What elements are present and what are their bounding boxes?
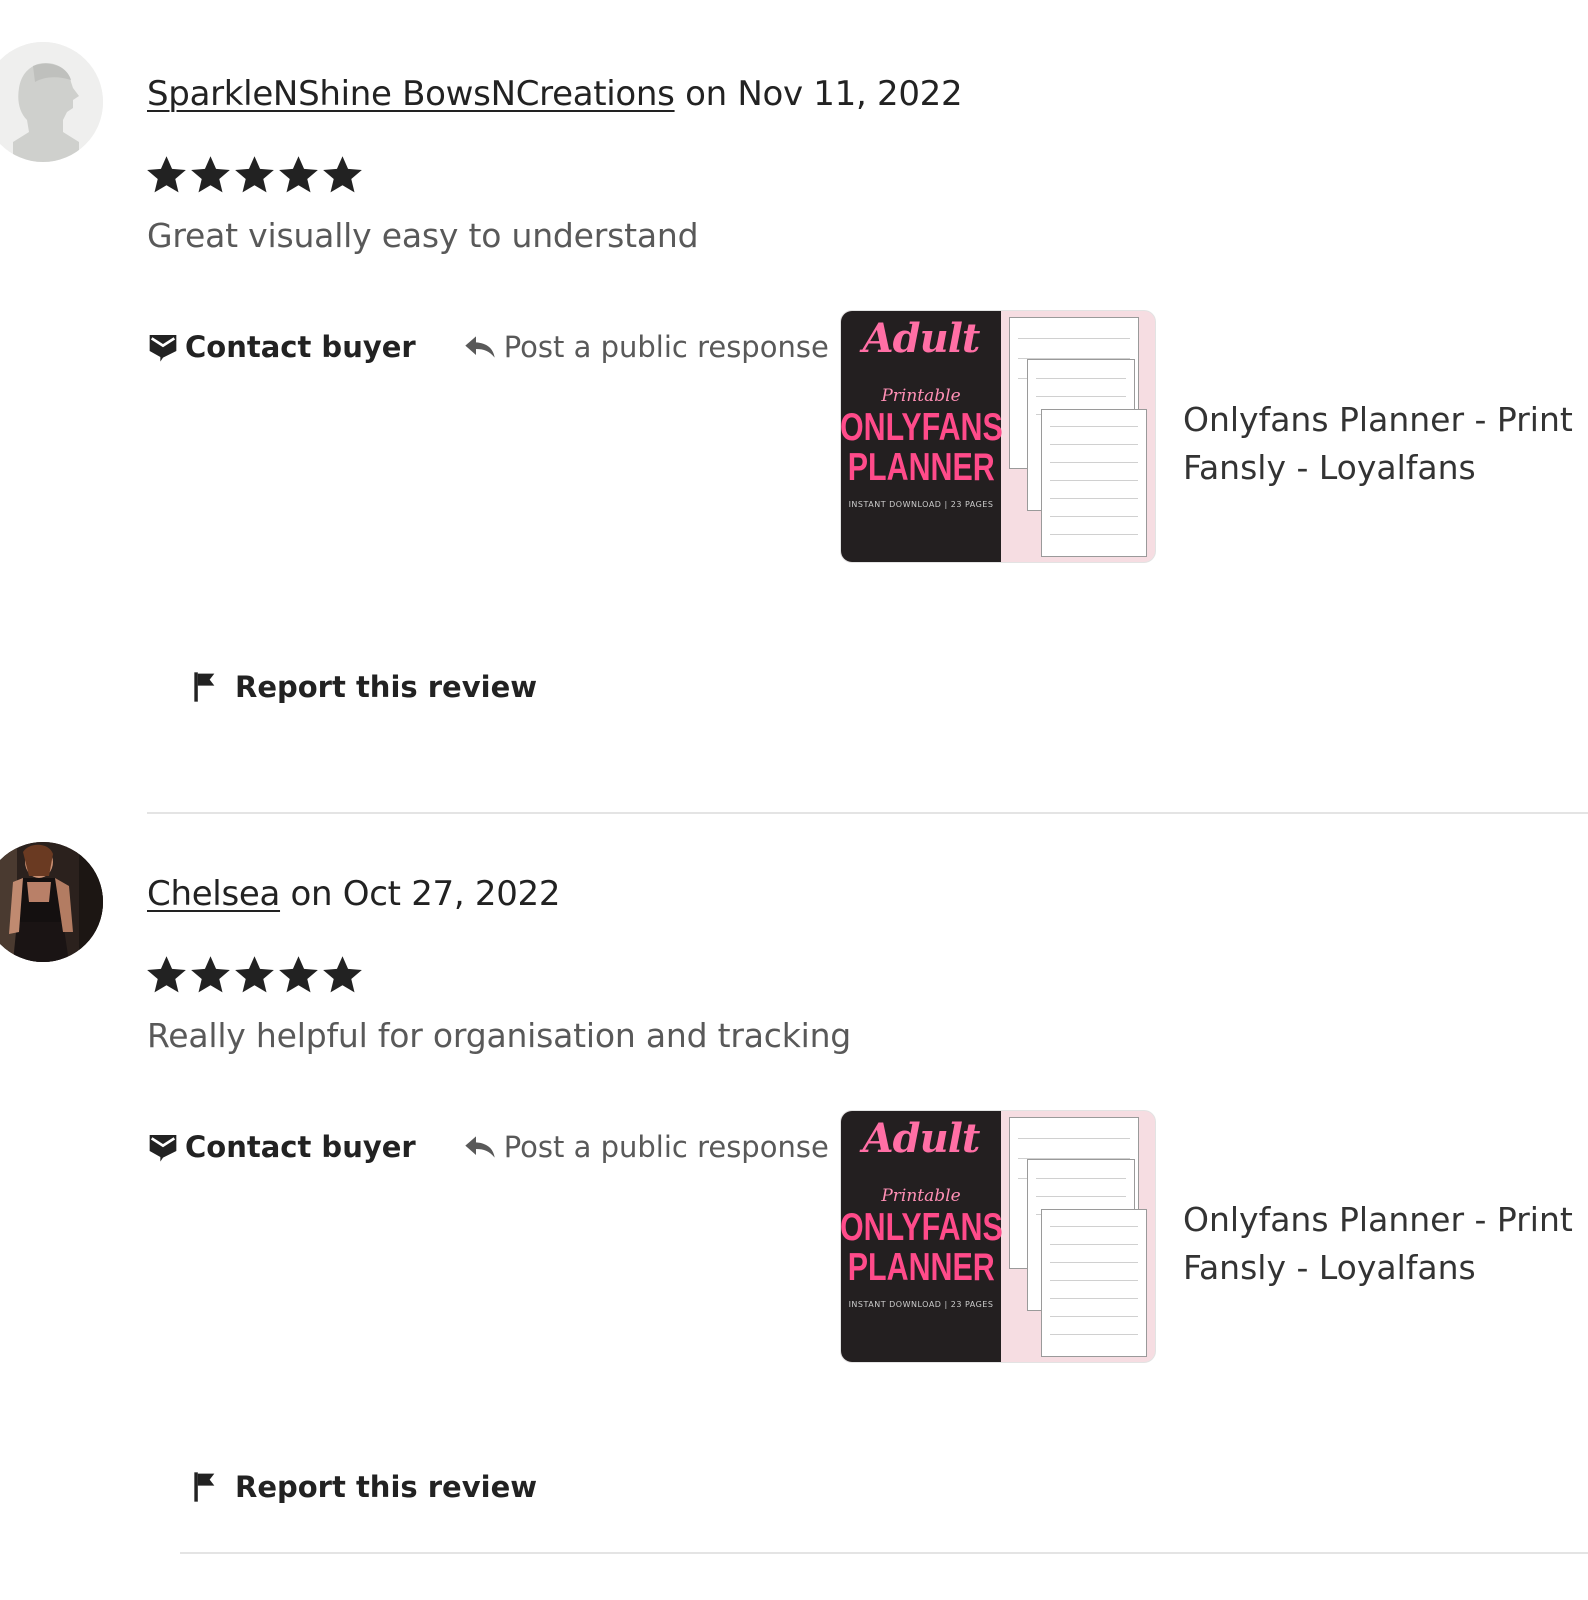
default-avatar-icon <box>0 42 103 162</box>
thumbnail-small-text: INSTANT DOWNLOAD | 23 PAGES <box>848 500 994 509</box>
thumbnail-script: Printable <box>881 386 961 406</box>
listing-title-line: Onlyfans Planner - Print <box>1183 400 1573 439</box>
thumbnail-brand: Adult <box>862 1115 981 1162</box>
thumbnail-brand: Adult <box>862 315 981 362</box>
reviewer-name-link[interactable]: Chelsea <box>147 874 280 914</box>
thumbnail-script: Printable <box>881 1186 961 1206</box>
star-icon <box>235 956 274 993</box>
thumbnail-line2: PLANNER <box>847 446 995 489</box>
post-public-response-button[interactable]: Post a public response <box>464 1130 829 1164</box>
thumbnail-small-text: INSTANT DOWNLOAD | 23 PAGES <box>848 1300 994 1309</box>
reply-arrow-icon <box>465 336 495 358</box>
star-icon <box>147 156 186 193</box>
thumbnail-cover: Adult Printable ONLYFANS PLANNER INSTANT… <box>840 311 1003 562</box>
flag-icon <box>194 1472 215 1502</box>
report-review-label: Report this review <box>235 670 538 704</box>
reviewer-name-link[interactable]: SparkleNShine BowsNCreations <box>147 74 675 114</box>
contact-buyer-button[interactable]: Contact buyer <box>147 1130 416 1164</box>
contact-buyer-label: Contact buyer <box>185 330 416 364</box>
reviewer-avatar[interactable] <box>0 842 103 962</box>
report-review-label: Report this review <box>235 1470 538 1504</box>
listing-thumbnail[interactable]: Adult Printable ONLYFANS PLANNER INSTANT… <box>840 310 1156 563</box>
star-icon <box>191 956 230 993</box>
review-text: Great visually easy to understand <box>147 216 699 255</box>
thumbnail-pages <box>1001 311 1155 562</box>
star-icon <box>191 156 230 193</box>
review-date: on Oct 27, 2022 <box>280 874 561 914</box>
star-icon <box>279 956 318 993</box>
page-preview <box>1041 1209 1147 1357</box>
flag-icon <box>194 672 215 702</box>
user-photo-avatar <box>0 842 103 962</box>
star-icon <box>147 956 186 993</box>
report-review-button[interactable]: Report this review <box>191 1470 537 1504</box>
post-public-response-label: Post a public response <box>503 1130 829 1164</box>
mail-icon <box>149 1135 177 1162</box>
mail-icon <box>149 335 177 362</box>
review-item: Chelsea on Oct 27, 2022 Really helpful f… <box>0 800 1588 1600</box>
thumbnail-line2: PLANNER <box>847 1246 995 1289</box>
post-public-response-button[interactable]: Post a public response <box>464 330 829 364</box>
report-review-button[interactable]: Report this review <box>191 670 537 704</box>
review-byline: Chelsea on Oct 27, 2022 <box>147 874 561 914</box>
listing-title-line: Fansly - Loyalfans <box>1183 448 1476 487</box>
review-byline: SparkleNShine BowsNCreations on Nov 11, … <box>147 74 963 114</box>
page-preview <box>1041 409 1147 557</box>
listing-title-link[interactable]: Onlyfans Planner - Print Fansly - Loyalf… <box>1183 396 1573 492</box>
listing-thumbnail[interactable]: Adult Printable ONLYFANS PLANNER INSTANT… <box>840 1110 1156 1363</box>
reviewer-avatar[interactable] <box>0 42 103 162</box>
review-actions: Contact buyer Post a public response <box>147 324 829 370</box>
post-public-response-label: Post a public response <box>503 330 829 364</box>
review-text: Really helpful for organisation and trac… <box>147 1016 852 1055</box>
review-actions: Contact buyer Post a public response <box>147 1124 829 1170</box>
contact-buyer-button[interactable]: Contact buyer <box>147 330 416 364</box>
star-icon <box>235 156 274 193</box>
thumbnail-line1: ONLYFANS <box>840 406 1003 449</box>
listing-title-link[interactable]: Onlyfans Planner - Print Fansly - Loyalf… <box>1183 1196 1573 1292</box>
star-rating <box>145 952 365 1008</box>
review-divider <box>180 1552 1588 1554</box>
reply-arrow-icon <box>465 1136 495 1158</box>
star-icon <box>323 156 362 193</box>
listing-title-line: Onlyfans Planner - Print <box>1183 1200 1573 1239</box>
listing-title-line: Fansly - Loyalfans <box>1183 1248 1476 1287</box>
thumbnail-cover: Adult Printable ONLYFANS PLANNER INSTANT… <box>840 1111 1003 1362</box>
thumbnail-pages <box>1001 1111 1155 1362</box>
star-icon <box>279 156 318 193</box>
star-icon <box>323 956 362 993</box>
star-rating <box>145 152 365 208</box>
thumbnail-line1: ONLYFANS <box>840 1206 1003 1249</box>
review-date: on Nov 11, 2022 <box>674 74 963 114</box>
review-item: SparkleNShine BowsNCreations on Nov 11, … <box>0 0 1588 814</box>
contact-buyer-label: Contact buyer <box>185 1130 416 1164</box>
